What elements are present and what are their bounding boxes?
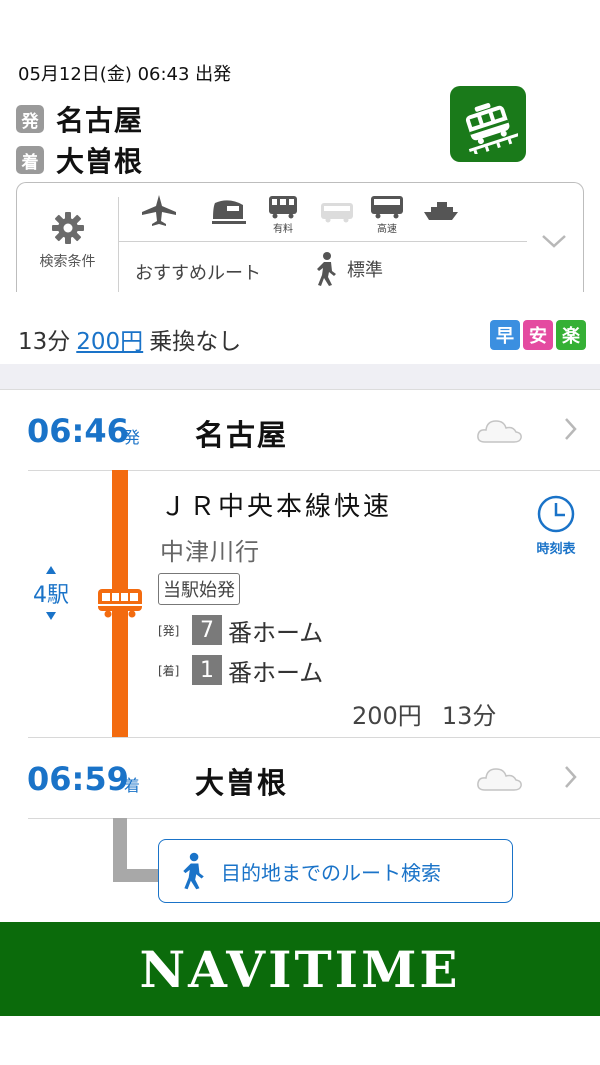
departure-datetime[interactable]: 05月12日(金) 06:43 出発: [18, 60, 231, 86]
walk-connector-line: [113, 818, 158, 882]
triangle-up-icon: [46, 566, 56, 574]
arr-platform-tag: [着]: [158, 663, 180, 678]
search-conditions-label: 検索条件: [39, 254, 96, 270]
walking-person-icon: [317, 252, 336, 286]
mode-paid-express-sub: 有料: [273, 224, 293, 235]
mode-highway-bus[interactable]: 高速: [365, 193, 409, 241]
stops-count: 4駅: [33, 583, 69, 608]
arrival-suffix: 着: [124, 776, 141, 795]
destination-route-search-label: 目的地までのルート検索: [221, 860, 441, 885]
departure-stop-name: 名古屋: [195, 418, 289, 452]
origin-station-badge: 当駅始発: [158, 573, 240, 605]
arrival-stop-row[interactable]: 06:59 着 大曽根: [0, 738, 600, 818]
search-conditions-button[interactable]: 検索条件: [17, 197, 119, 293]
arr-platform-label: 番ホーム: [228, 658, 324, 687]
summary-fare-link[interactable]: 200円: [76, 329, 143, 355]
navitime-logo: NAVITIME: [139, 939, 461, 999]
triangle-down-icon: [46, 612, 56, 620]
timetable-button[interactable]: 時刻表: [528, 494, 584, 557]
tag-easiest: 楽: [556, 320, 586, 350]
ferry-icon: [424, 202, 458, 220]
train-icon: [465, 103, 518, 154]
tag-cheapest: 安: [523, 320, 553, 350]
arrival-platform: [着] 1 番ホーム: [158, 655, 324, 687]
conditions-divider: [119, 241, 527, 242]
summary-transfers: 乗換なし: [149, 329, 242, 355]
tag-fastest: 早: [490, 320, 520, 350]
departure-suffix: 発: [124, 428, 141, 447]
arrival-time: 06:59: [27, 760, 129, 798]
highway-bus-icon: [371, 196, 403, 219]
timetable-label: 時刻表: [536, 542, 576, 557]
departure-badge: 発: [16, 105, 44, 133]
cloud-weather-icon: [477, 768, 522, 791]
cloud-weather-icon: [477, 420, 522, 443]
dep-platform-tag: [発]: [158, 623, 180, 638]
mode-highway-bus-sub: 高速: [377, 224, 397, 235]
dep-platform-number: 7: [192, 615, 222, 645]
walk-speed-label: 標準: [347, 260, 383, 281]
route-tags: 早 安 楽: [490, 320, 586, 350]
mode-ferry[interactable]: [419, 193, 463, 241]
arrival-station-name: 大曽根: [56, 145, 144, 178]
clock-icon: [537, 495, 575, 533]
summary-duration: 13分: [18, 329, 71, 355]
mode-shinkansen[interactable]: [207, 193, 251, 241]
walk-speed-preference[interactable]: 標準: [313, 251, 383, 287]
departure-platform: [発] 7 番ホーム: [158, 615, 324, 647]
departure-time: 06:46: [27, 412, 129, 450]
walking-person-icon: [183, 852, 204, 890]
train-line-name: ＪＲ中央本線快速: [160, 492, 393, 522]
departure-station-row[interactable]: 発 名古屋: [16, 102, 144, 137]
segment-fare: 200円: [352, 702, 422, 730]
route-summary-text: 13分 200円 乗換なし: [18, 322, 241, 356]
stops-count-toggle[interactable]: 4駅: [24, 565, 78, 621]
arrival-badge: 着: [16, 146, 44, 174]
paid-express-icon: [269, 196, 297, 219]
arrival-stop-name: 大曽根: [195, 766, 289, 800]
departure-station-name: 名古屋: [56, 104, 144, 137]
segment-fare-time: 200円 13分: [352, 696, 496, 731]
chevron-down-icon[interactable]: [541, 233, 567, 249]
arrival-station-row[interactable]: 着 大曽根: [16, 143, 144, 178]
chevron-right-icon: [565, 418, 577, 440]
train-destination: 中津川行: [160, 538, 260, 566]
airplane-icon: [142, 195, 176, 226]
bottom-blank-area: [0, 1016, 600, 1065]
segment-duration: 13分: [441, 702, 497, 730]
mode-paid-express[interactable]: 有料: [261, 193, 305, 241]
train-vehicle-icon: [98, 585, 142, 618]
search-header: 05月12日(金) 06:43 出発 発 名古屋 着 大曽根 検索条件 有料 高…: [0, 0, 600, 294]
transport-mode-icons: 有料 高速: [137, 193, 527, 241]
local-bus-icon: [321, 203, 353, 223]
train-app-icon[interactable]: [450, 86, 526, 162]
destination-route-search-button[interactable]: 目的地までのルート検索: [158, 839, 513, 903]
mode-local-bus[interactable]: [315, 193, 359, 241]
dep-platform-label: 番ホーム: [228, 618, 324, 647]
arr-platform-number: 1: [192, 655, 222, 685]
route-preference[interactable]: おすすめルート: [135, 259, 261, 285]
shinkansen-icon: [212, 200, 246, 224]
mode-airplane[interactable]: [137, 193, 181, 241]
gear-icon: [51, 212, 84, 244]
chevron-right-icon: [565, 766, 577, 788]
departure-stop-row[interactable]: 06:46 発 名古屋: [0, 390, 600, 470]
navitime-banner[interactable]: NAVITIME: [0, 922, 600, 1016]
section-separator: [0, 364, 600, 390]
search-conditions-panel: 検索条件 有料 高速 おすすめルート 標準: [16, 182, 584, 294]
